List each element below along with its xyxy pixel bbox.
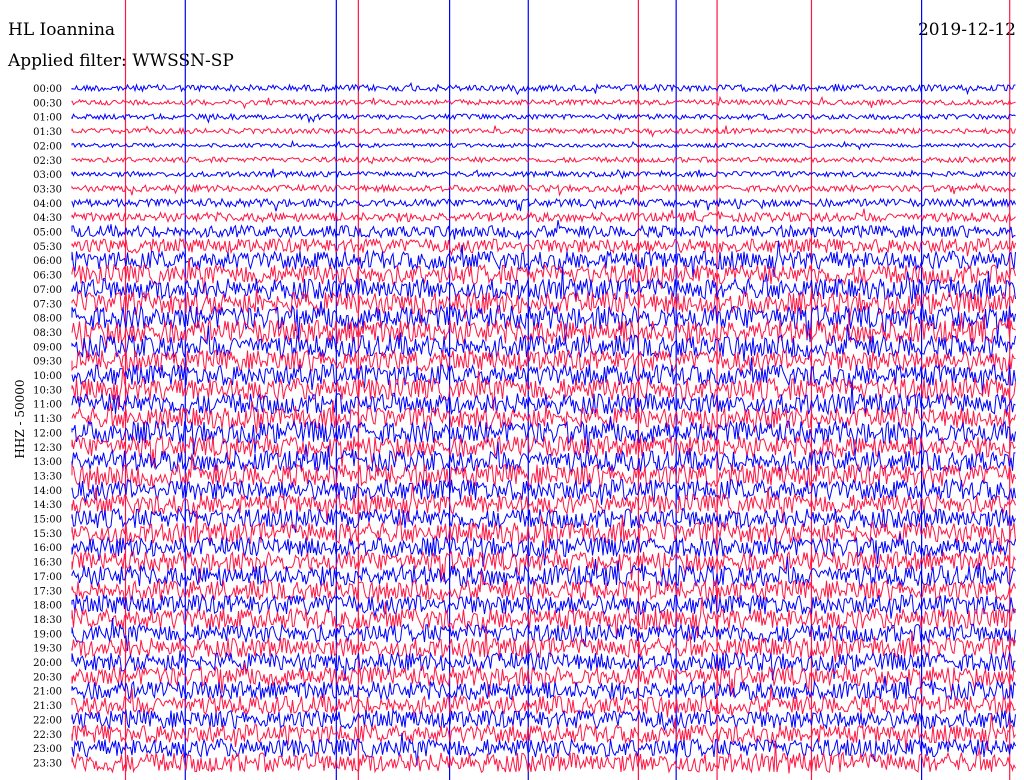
time-label: 16:30 bbox=[33, 558, 62, 569]
time-label: 00:30 bbox=[33, 98, 62, 109]
time-label: 06:00 bbox=[33, 256, 62, 267]
time-label: 18:00 bbox=[33, 601, 62, 612]
time-label: 20:00 bbox=[33, 658, 62, 669]
trace-line bbox=[71, 675, 1016, 702]
time-label: 13:00 bbox=[33, 457, 62, 468]
time-label: 21:00 bbox=[33, 687, 62, 698]
time-label: 13:30 bbox=[33, 471, 62, 482]
time-label: 09:30 bbox=[33, 357, 62, 368]
time-label: 15:30 bbox=[33, 529, 62, 540]
trace-line bbox=[71, 237, 1016, 257]
time-label: 19:30 bbox=[33, 644, 62, 655]
time-label: 05:00 bbox=[33, 228, 62, 239]
trace-line bbox=[71, 155, 1016, 165]
time-label: 04:00 bbox=[33, 199, 62, 210]
time-label: 01:30 bbox=[33, 127, 62, 138]
trace-line bbox=[71, 139, 1016, 151]
trace-line bbox=[71, 208, 1016, 224]
time-label: 08:30 bbox=[33, 328, 62, 339]
time-labels: 00:00 00:30 01:00 01:30 02:00 02:30 03:00 03:30… bbox=[33, 84, 62, 769]
trace-line bbox=[71, 82, 1016, 96]
trace-line bbox=[71, 382, 1016, 416]
time-label: 09:00 bbox=[33, 342, 62, 353]
time-label: 07:00 bbox=[33, 285, 62, 296]
time-label: 23:00 bbox=[33, 744, 62, 755]
time-label: 14:00 bbox=[33, 486, 62, 497]
time-label: 12:30 bbox=[33, 443, 62, 454]
time-label: 05:30 bbox=[33, 242, 62, 253]
trace-line bbox=[71, 168, 1016, 180]
time-label: 14:30 bbox=[33, 500, 62, 511]
trace-line bbox=[71, 289, 1016, 327]
time-label: 04:30 bbox=[33, 213, 62, 224]
trace-line bbox=[71, 220, 1016, 241]
trace-lines bbox=[71, 82, 1016, 774]
time-label: 21:30 bbox=[33, 701, 62, 712]
time-label: 08:00 bbox=[33, 314, 62, 325]
time-label: 01:00 bbox=[33, 113, 62, 124]
trace-line bbox=[71, 182, 1016, 197]
time-label: 15:00 bbox=[33, 515, 62, 526]
trace-line bbox=[71, 112, 1016, 124]
time-label: 10:00 bbox=[33, 371, 62, 382]
seismogram-plot: 00:00 00:30 01:00 01:30 02:00 02:30 03:00 03:30… bbox=[33, 0, 1016, 780]
time-label: 10:30 bbox=[33, 385, 62, 396]
time-label: 07:30 bbox=[33, 299, 62, 310]
time-label: 11:00 bbox=[33, 400, 62, 411]
time-label: 19:00 bbox=[33, 629, 62, 640]
time-label: 17:30 bbox=[33, 586, 62, 597]
time-label: 02:30 bbox=[33, 156, 62, 167]
time-label: 11:30 bbox=[33, 414, 62, 425]
trace-line bbox=[71, 125, 1016, 138]
trace-line bbox=[71, 95, 1016, 110]
time-label: 18:30 bbox=[33, 615, 62, 626]
time-label: 03:00 bbox=[33, 170, 62, 181]
time-label: 20:30 bbox=[33, 672, 62, 683]
time-label: 12:00 bbox=[33, 428, 62, 439]
trace-line bbox=[71, 742, 1016, 774]
time-label: 23:30 bbox=[33, 758, 62, 769]
time-label: 00:00 bbox=[33, 84, 62, 95]
time-label: 02:00 bbox=[33, 141, 62, 152]
time-label: 06:30 bbox=[33, 271, 62, 282]
trace-line bbox=[71, 197, 1016, 212]
time-label: 03:30 bbox=[33, 184, 62, 195]
time-label: 16:00 bbox=[33, 543, 62, 554]
time-label: 22:30 bbox=[33, 730, 62, 741]
time-label: 17:00 bbox=[33, 572, 62, 583]
time-label: 22:00 bbox=[33, 715, 62, 726]
